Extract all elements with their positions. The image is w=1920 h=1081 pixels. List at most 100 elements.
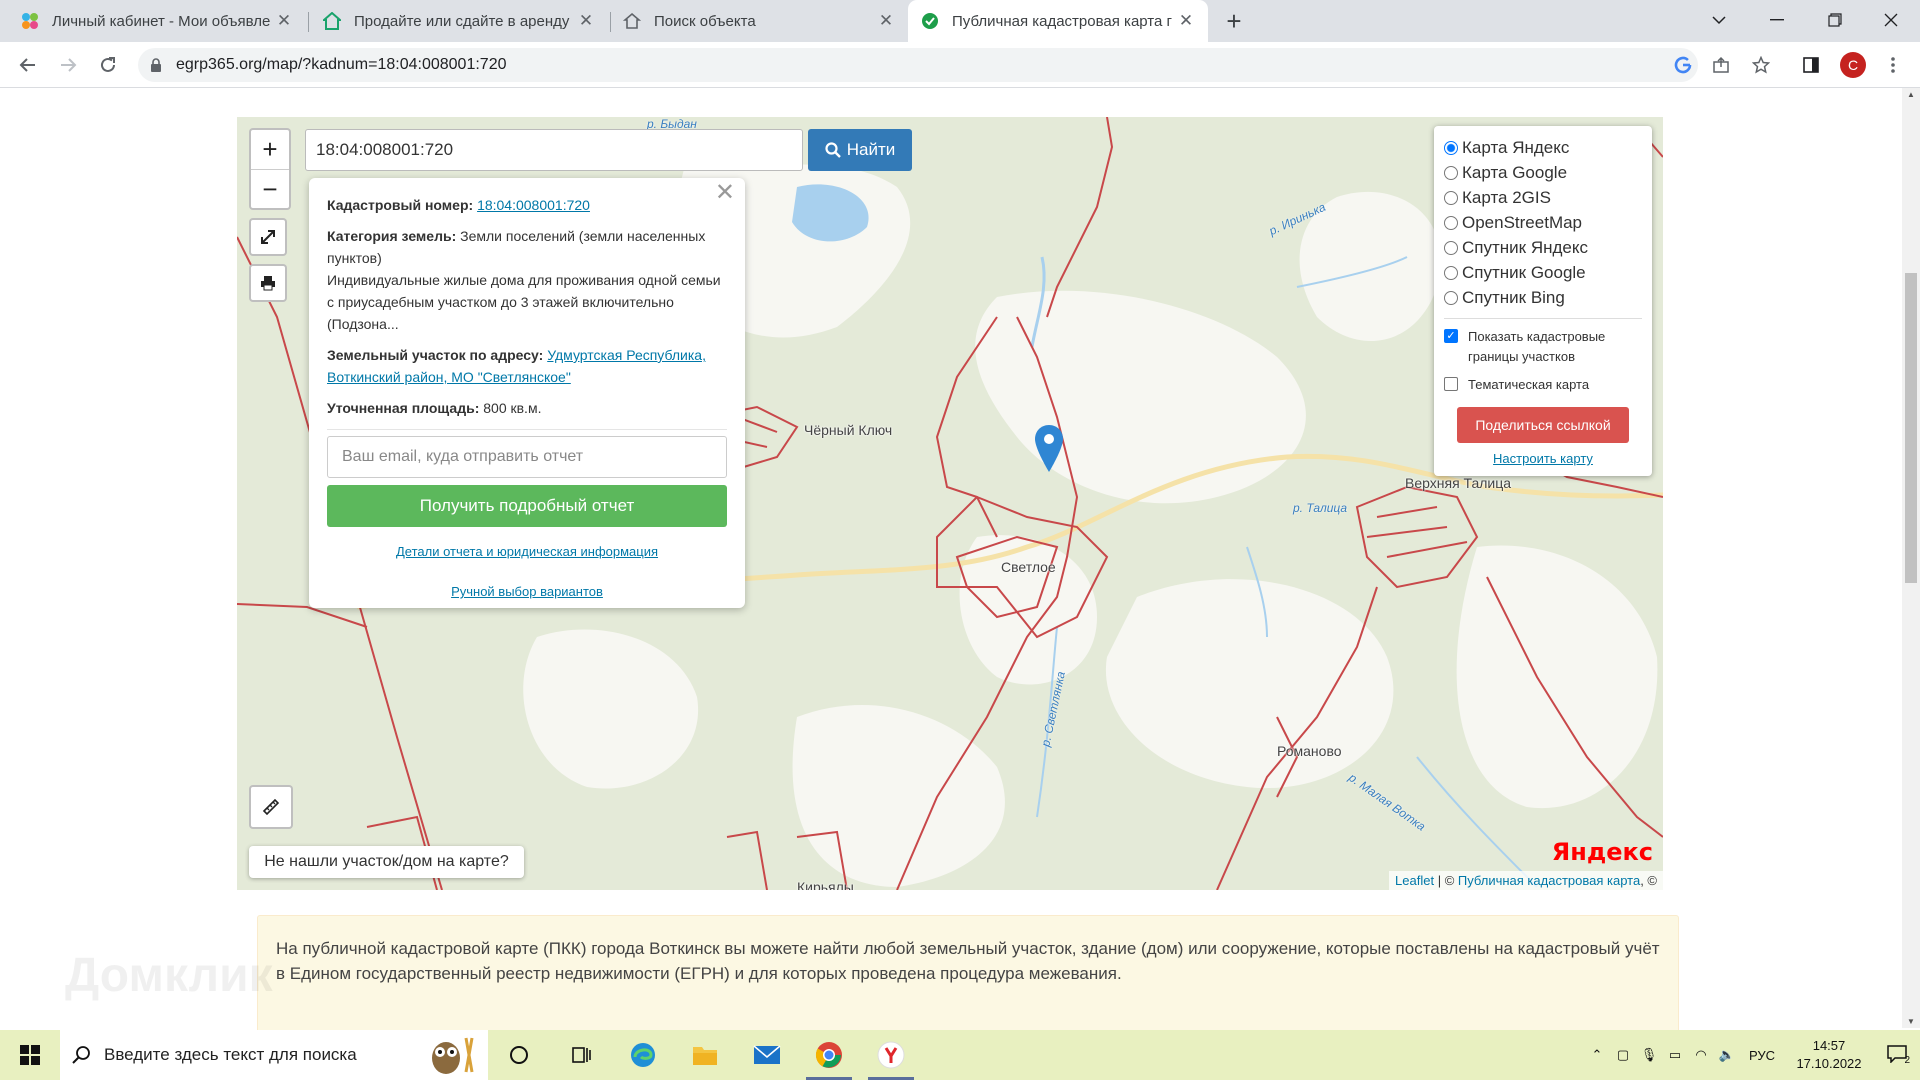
thematic-checkbox-row[interactable]: Тематическая карта [1444, 375, 1642, 395]
chevron-up-icon[interactable]: ⌃ [1584, 1047, 1610, 1063]
layer-option-yandex-satellite[interactable]: Спутник Яндекс [1444, 235, 1642, 260]
layer-option-google-satellite[interactable]: Спутник Google [1444, 260, 1642, 285]
windows-taskbar: Введите здесь текст для поиска ⌃ ▢ 🎙 ▭ ◠… [0, 1030, 1920, 1080]
radio-selected[interactable] [1444, 140, 1458, 155]
google-translate-icon[interactable] [1670, 52, 1696, 78]
map-description: На публичной кадастровой карте (ПКК) гор… [257, 915, 1679, 1035]
cadastral-search-input[interactable]: 18:04:008001:720 [305, 129, 803, 171]
layer-option-google-map[interactable]: Карта Google [1444, 160, 1642, 185]
side-panel-icon[interactable] [1798, 52, 1824, 78]
forward-button[interactable] [52, 49, 84, 81]
language-indicator[interactable]: РУС [1740, 1048, 1784, 1063]
address-bar[interactable]: egrp365.org/map/?kadnum=18:04:008001:720 [138, 48, 1698, 82]
layer-option-osm[interactable]: OpenStreetMap [1444, 210, 1642, 235]
reload-button[interactable] [92, 49, 124, 81]
cadastral-map[interactable]: Светлое Чёрный Ключ Верхняя Талица Роман… [237, 117, 1663, 890]
chrome-taskbar-icon[interactable] [798, 1030, 860, 1080]
tab-title: Публичная кадастровая карта г [952, 12, 1172, 30]
yandex-logo: Яндекс [1551, 838, 1653, 866]
report-details-link[interactable]: Детали отчета и юридическая информация [396, 544, 658, 559]
cadastral-number-label: Кадастровый номер: [327, 197, 474, 213]
not-found-button[interactable]: Не нашли участок/дом на карте? [249, 846, 524, 878]
place-label-romanovo: Романово [1277, 743, 1342, 759]
system-tray: ⌃ ▢ 🎙 ▭ ◠ 🔈 РУС 14:57 17.10.2022 2 [1584, 1030, 1920, 1080]
radio[interactable] [1444, 290, 1458, 305]
notifications-icon[interactable]: 2 [1874, 1044, 1920, 1066]
area-value: 800 кв.м. [483, 400, 542, 416]
thematic-checkbox[interactable] [1444, 377, 1458, 391]
find-button[interactable]: Найти [808, 129, 912, 171]
profile-avatar[interactable]: C [1840, 52, 1866, 78]
scroll-down-icon[interactable]: ▼ [1906, 1017, 1916, 1026]
get-report-button[interactable]: Получить подробный отчет [327, 485, 727, 527]
ruler-button[interactable] [249, 785, 293, 829]
location-marker-icon[interactable] [1034, 424, 1064, 479]
fullscreen-button[interactable] [249, 218, 287, 256]
file-explorer-icon[interactable] [674, 1030, 736, 1080]
zoom-control: + − [249, 128, 291, 210]
task-view-icon[interactable] [488, 1030, 550, 1080]
domclick-watermark: Домклик [65, 949, 273, 1002]
share-icon[interactable] [1708, 52, 1734, 78]
yandex-browser-icon[interactable] [860, 1030, 922, 1080]
show-borders-checkbox-row[interactable]: ✓ Показать кадастровые границы участков [1444, 327, 1642, 367]
close-tab-icon[interactable]: ✕ [576, 11, 596, 31]
speaker-icon[interactable]: 🔈 [1714, 1047, 1740, 1063]
radio[interactable] [1444, 190, 1458, 205]
close-tab-icon[interactable]: ✕ [1176, 11, 1196, 31]
zoom-in-button[interactable]: + [251, 130, 289, 169]
tab-avito[interactable]: Продайте или сдайте в аренду ✕ [310, 0, 608, 42]
layer-option-yandex-map[interactable]: Карта Яндекс [1444, 135, 1642, 160]
tab-search-icon[interactable] [1690, 0, 1748, 40]
mail-icon[interactable] [736, 1030, 798, 1080]
close-icon[interactable]: ✕ [715, 181, 735, 205]
taskbar-search-input[interactable]: Введите здесь текст для поиска [60, 1030, 488, 1080]
bookmark-star-icon[interactable] [1748, 52, 1774, 78]
place-label-verkhnyaya-talitsa: Верхняя Талица [1405, 475, 1512, 491]
back-button[interactable] [12, 49, 44, 81]
restore-button[interactable] [1806, 0, 1864, 40]
print-button[interactable] [249, 264, 287, 302]
radio[interactable] [1444, 165, 1458, 180]
tab-search-object[interactable]: Поиск объекта ✕ [610, 0, 908, 42]
onedrive-icon[interactable]: ▢ [1610, 1047, 1636, 1063]
radio[interactable] [1444, 265, 1458, 280]
radio[interactable] [1444, 240, 1458, 255]
menu-icon[interactable] [1880, 52, 1906, 78]
show-borders-checkbox[interactable]: ✓ [1444, 329, 1458, 343]
page-scrollbar[interactable]: ▲ ▼ [1902, 88, 1920, 1028]
close-tab-icon[interactable]: ✕ [274, 11, 294, 31]
clock[interactable]: 14:57 17.10.2022 [1784, 1037, 1874, 1073]
tab-cadastral-map[interactable]: Публичная кадастровая карта г ✕ [908, 0, 1208, 42]
battery-icon[interactable]: ▭ [1662, 1047, 1688, 1063]
setup-map-link[interactable]: Настроить карту [1444, 451, 1642, 466]
pkk-link[interactable]: Публичная кадастровая карта [1458, 873, 1640, 888]
leaflet-link[interactable]: Leaflet [1395, 873, 1434, 888]
start-button[interactable] [0, 1030, 60, 1080]
new-tab-button[interactable]: + [1220, 8, 1248, 36]
close-tab-icon[interactable]: ✕ [876, 11, 896, 31]
fullscreen-icon [261, 230, 275, 244]
microphone-icon[interactable]: 🎙 [1636, 1047, 1662, 1063]
notification-count: 2 [1904, 1054, 1910, 1066]
place-label-svetloe: Светлое [1001, 559, 1056, 575]
minimize-button[interactable] [1748, 0, 1806, 40]
lock-icon[interactable] [150, 58, 164, 72]
manual-select-link[interactable]: Ручной выбор вариантов [451, 584, 603, 599]
layer-option-bing-satellite[interactable]: Спутник Bing [1444, 285, 1642, 310]
multitask-icon[interactable] [550, 1030, 612, 1080]
scrollbar-thumb[interactable] [1905, 273, 1917, 583]
domclick-icon [20, 11, 40, 31]
wifi-icon[interactable]: ◠ [1688, 1047, 1714, 1063]
close-window-button[interactable] [1862, 0, 1920, 40]
area-label: Уточненная площадь: [327, 400, 480, 416]
share-link-button[interactable]: Поделиться ссылкой [1457, 407, 1629, 443]
cadastral-number-link[interactable]: 18:04:008001:720 [477, 197, 590, 213]
zoom-out-button[interactable]: − [251, 169, 289, 208]
tab-domclick[interactable]: Личный кабинет - Мои объявле ✕ [8, 0, 306, 42]
edge-browser-icon[interactable] [612, 1030, 674, 1080]
scroll-up-icon[interactable]: ▲ [1906, 90, 1916, 99]
radio[interactable] [1444, 215, 1458, 230]
layer-option-2gis-map[interactable]: Карта 2GIS [1444, 185, 1642, 210]
email-field[interactable]: Ваш email, куда отправить отчет [327, 436, 727, 478]
